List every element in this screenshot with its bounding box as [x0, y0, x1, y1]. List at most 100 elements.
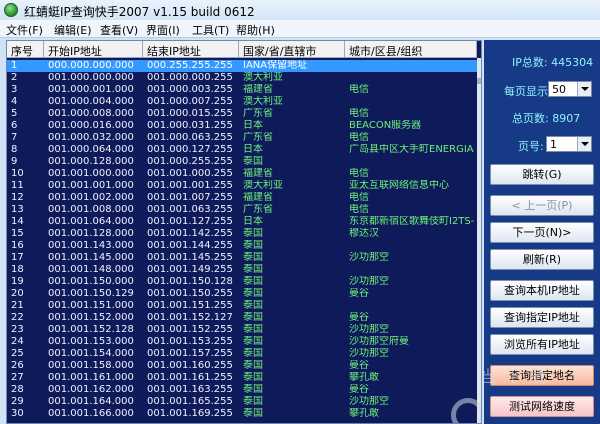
- table-row[interactable]: 27 001.001.161.000 001.001.161.255 泰国 攀孔敢: [7, 372, 477, 384]
- browse-all-ip-button[interactable]: 浏览所有IP地址: [490, 334, 594, 355]
- cell-region: 泰国: [243, 384, 263, 395]
- cell-index: 20: [11, 288, 24, 299]
- cell-index: 28: [11, 384, 24, 395]
- cell-index: 4: [11, 96, 18, 107]
- cell-city: [345, 156, 477, 168]
- cell-city: [345, 264, 477, 276]
- chevron-down-icon[interactable]: [577, 82, 591, 96]
- cell-city: 东京都新宿区歌舞伎町I2TS-: [349, 216, 475, 227]
- cell-index: 21: [11, 300, 24, 311]
- menu-interface[interactable]: 界面(I): [146, 22, 180, 38]
- column-header-end-ip[interactable]: 结束IP地址: [143, 41, 239, 58]
- cell-index: 9: [11, 156, 18, 167]
- page-number-label: 页号:: [518, 140, 544, 153]
- cell-city: 沙功那空府曼: [349, 336, 409, 347]
- query-location-button[interactable]: 查询指定地名: [490, 365, 594, 386]
- table-row[interactable]: 10 001.001.000.000 001.001.000.255 福建省 电信: [7, 168, 477, 180]
- cell-end-ip: 001.001.153.255: [147, 336, 233, 347]
- table-row[interactable]: 18 001.001.148.000 001.001.149.255 泰国: [7, 264, 477, 276]
- cell-region: 泰国: [243, 288, 263, 299]
- table-row[interactable]: 30 001.001.166.000 001.001.169.255 泰国 攀孔敢: [7, 408, 477, 420]
- table-row[interactable]: 26 001.001.158.000 001.001.160.255 泰国 曼谷: [7, 360, 477, 372]
- table-row[interactable]: 15 001.001.128.000 001.001.142.255 泰国 穆达汉: [7, 228, 477, 240]
- table-row[interactable]: 19 001.001.150.000 001.001.150.128 泰国 沙功那空: [7, 276, 477, 288]
- table-row[interactable]: 16 001.001.143.000 001.001.144.255 泰国: [7, 240, 477, 252]
- table-row[interactable]: 8 001.000.064.000 001.000.127.255 日本 广岛县中区大手…: [7, 144, 477, 156]
- menu-view[interactable]: 查看(V): [100, 22, 138, 38]
- table-row[interactable]: 20 001.001.150.129 001.001.150.255 泰国 曼谷: [7, 288, 477, 300]
- cell-index: 5: [11, 108, 18, 119]
- column-header-city[interactable]: 城市/区县/组织: [345, 41, 477, 58]
- cell-region: 泰国: [243, 240, 263, 251]
- cell-region: 日本: [243, 216, 263, 227]
- table-row[interactable]: 3 001.000.001.000 001.000.003.255 福建省 电信: [7, 84, 477, 96]
- table-row[interactable]: 22 001.001.152.000 001.001.152.127 泰国 曼谷: [7, 312, 477, 324]
- table-row[interactable]: 13 001.001.008.000 001.001.063.255 广东省 电信: [7, 204, 477, 216]
- cell-region: 广东省: [243, 108, 273, 119]
- cell-index: 6: [11, 120, 18, 131]
- cell-city: 电信: [349, 84, 369, 95]
- cell-city: 沙功那空: [349, 348, 389, 359]
- column-header-region[interactable]: 国家/省/直辖市: [239, 41, 345, 58]
- cell-end-ip: 001.001.151.255: [147, 300, 233, 311]
- table-row[interactable]: 4 001.000.004.000 001.000.007.255 澳大利亚: [7, 96, 477, 108]
- table-row[interactable]: 24 001.001.153.000 001.001.153.255 泰国 沙功那空府曼: [7, 336, 477, 348]
- cell-start-ip: 001.001.145.000: [48, 252, 134, 263]
- table-row[interactable]: 29 001.001.164.000 001.001.165.255 泰国 沙功那空: [7, 396, 477, 408]
- query-local-ip-button[interactable]: 查询本机IP地址: [490, 280, 594, 301]
- cell-city: 电信: [349, 204, 369, 215]
- cell-start-ip: 001.001.158.000: [48, 360, 134, 371]
- page-number-select[interactable]: 1: [546, 136, 592, 152]
- table-row[interactable]: 6 001.000.016.000 001.000.031.255 日本 BEACON服…: [7, 120, 477, 132]
- table-row[interactable]: 11 001.001.001.000 001.001.001.255 澳大利亚 亚太互联…: [7, 180, 477, 192]
- table-row[interactable]: 2 001.000.000.000 001.000.000.255 澳大利亚: [7, 72, 477, 84]
- refresh-button[interactable]: 刷新(R): [490, 249, 594, 270]
- cell-city: 电信: [349, 192, 369, 203]
- cell-index: 17: [11, 252, 24, 263]
- cell-end-ip: 001.001.165.255: [147, 396, 233, 407]
- menu-edit[interactable]: 编辑(E): [54, 22, 92, 38]
- table-row[interactable]: 7 001.000.032.000 001.000.063.255 广东省 电信: [7, 132, 477, 144]
- per-page-select[interactable]: 50: [548, 81, 592, 97]
- jump-button[interactable]: 跳转(G): [490, 164, 594, 185]
- cell-city: [345, 300, 477, 312]
- prev-page-button[interactable]: < 上一页(P): [490, 195, 594, 216]
- table-row[interactable]: 9 001.000.128.000 001.000.255.255 泰国: [7, 156, 477, 168]
- cell-city: 曼谷: [349, 360, 369, 371]
- control-panel: IP总数: 445304 每页显示: 50 总页数: 8907 页号: 1 跳转…: [484, 40, 600, 424]
- column-header-index[interactable]: 序号: [7, 41, 44, 58]
- menu-file[interactable]: 文件(F): [6, 22, 43, 38]
- table-row[interactable]: 12 001.001.002.000 001.001.007.255 福建省 电信: [7, 192, 477, 204]
- cell-index: 13: [11, 204, 24, 215]
- cell-start-ip: 001.001.000.000: [48, 168, 134, 179]
- table-row[interactable]: 25 001.001.154.000 001.001.157.255 泰国 沙功那空: [7, 348, 477, 360]
- cell-start-ip: 001.001.148.000: [48, 264, 134, 275]
- table-row[interactable]: 14 001.001.064.000 001.001.127.255 日本 东京都新宿区…: [7, 216, 477, 228]
- table-row[interactable]: 21 001.001.151.000 001.001.151.255 泰国: [7, 300, 477, 312]
- chevron-down-icon[interactable]: [577, 137, 591, 151]
- cell-index: 26: [11, 360, 24, 371]
- column-header-start-ip[interactable]: 开始IP地址: [44, 41, 143, 58]
- table-row[interactable]: 1 000.000.000.000 000.255.255.255 IANA保留地址: [7, 60, 477, 72]
- cell-end-ip: 001.001.157.255: [147, 348, 233, 359]
- cell-index: 10: [11, 168, 24, 179]
- cell-city: 电信: [349, 132, 369, 143]
- table-row[interactable]: 17 001.001.145.000 001.001.145.255 泰国 沙功那空: [7, 252, 477, 264]
- cell-city: 沙功那空: [349, 324, 389, 335]
- menu-help[interactable]: 帮助(H): [236, 22, 275, 38]
- menu-tools[interactable]: 工具(T): [192, 22, 229, 38]
- cell-region: 泰国: [243, 360, 263, 371]
- cell-end-ip: 001.000.255.255: [147, 156, 233, 167]
- scrollbar-thumb[interactable]: [477, 78, 481, 84]
- cell-city: 曼谷: [349, 288, 369, 299]
- next-page-button[interactable]: 下一页(N)>: [490, 222, 594, 243]
- cell-start-ip: 001.001.150.129: [48, 288, 134, 299]
- cell-start-ip: 001.001.152.000: [48, 312, 134, 323]
- query-specified-ip-button[interactable]: 查询指定IP地址: [490, 307, 594, 328]
- table-row[interactable]: 23 001.001.152.128 001.001.152.255 泰国 沙功那空: [7, 324, 477, 336]
- table-row[interactable]: 28 001.001.162.000 001.001.163.255 泰国 曼谷: [7, 384, 477, 396]
- table-row[interactable]: 5 001.000.008.000 001.000.015.255 广东省 电信: [7, 108, 477, 120]
- test-network-speed-button[interactable]: 测试网络速度: [490, 396, 594, 417]
- title-bar: 红蜻蜓IP查询快手2007 v1.15 build 0612: [0, 0, 600, 20]
- vertical-scrollbar[interactable]: [477, 58, 481, 423]
